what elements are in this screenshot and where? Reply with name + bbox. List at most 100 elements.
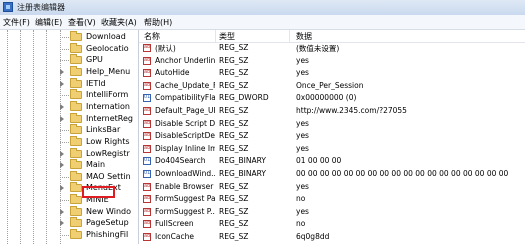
value-row[interactable]: Disable Script D... REG_SZ yes (139, 119, 525, 129)
value-data: yes (296, 118, 309, 128)
value-row[interactable]: (默认) REG_SZ (数值未设置) (139, 43, 525, 53)
tree-node[interactable]: Geolocatio (60, 42, 138, 55)
title-bar: 注册表编辑器 (0, 0, 525, 16)
column-divider[interactable] (215, 30, 216, 42)
value-row[interactable]: Anchor Underline REG_SZ yes (139, 56, 525, 66)
value-type: REG_SZ (219, 55, 249, 65)
expand-arrow-icon[interactable] (60, 80, 64, 87)
tree-node[interactable]: PhishingFil (60, 229, 138, 241)
tree-node[interactable]: MAO Settin (60, 170, 138, 183)
value-row[interactable]: FormSuggest Pa... REG_SZ no (139, 194, 525, 204)
tree-node[interactable]: New Windo (60, 205, 138, 218)
string-value-icon (143, 220, 151, 229)
tree-node[interactable]: IntelliForm (60, 89, 138, 101)
column-header-data[interactable]: 数据 (296, 31, 312, 42)
folder-icon (70, 217, 82, 228)
expand-arrow-icon[interactable] (60, 68, 64, 75)
tree-node[interactable]: PageSetup (60, 217, 138, 229)
value-row[interactable]: FullScreen REG_SZ no (139, 219, 525, 229)
string-value-icon (143, 207, 151, 216)
tree-node[interactable]: LowRegistr (60, 147, 138, 160)
value-row[interactable]: Display Inline Im... REG_SZ yes (139, 144, 525, 154)
value-data: no (296, 219, 306, 229)
value-row[interactable]: DownloadWind... REG_BINARY 00 00 00 00 00 … (139, 169, 525, 179)
window-title: 注册表编辑器 (17, 3, 65, 12)
expand-arrow-icon[interactable] (60, 115, 64, 122)
value-type: REG_SZ (219, 131, 249, 141)
folder-icon (70, 205, 82, 216)
binary-value-icon (143, 157, 151, 166)
value-name: Disable Script D... (155, 118, 215, 128)
expand-arrow-icon[interactable] (60, 220, 64, 227)
string-value-icon (143, 69, 151, 78)
binary-value-icon (143, 94, 151, 103)
value-row[interactable]: IconCache REG_SZ 6q0g8dd (139, 232, 525, 242)
expand-arrow-icon[interactable] (60, 185, 64, 192)
tree-node-label: LowRegistr (86, 148, 130, 158)
value-row[interactable]: Cache_Update_F... REG_SZ Once_Per_Session (139, 81, 525, 91)
value-type: REG_DWORD (219, 93, 269, 103)
value-row[interactable]: FormSuggest P... REG_SZ yes (139, 207, 525, 217)
tree-connector (60, 37, 69, 38)
menu-help[interactable]: 帮助(H) (144, 17, 172, 28)
tree-node-label: GPU (86, 55, 103, 65)
column-header-name[interactable]: 名称 (144, 31, 160, 42)
folder-icon (70, 77, 82, 88)
value-data: yes (296, 68, 309, 78)
string-value-icon (143, 132, 151, 141)
string-value-icon (143, 119, 151, 128)
tree-connector (60, 95, 69, 97)
value-type: REG_BINARY (219, 169, 266, 178)
value-row[interactable]: CompatibilityFla... REG_DWORD 0x00000000 (… (139, 93, 525, 103)
expand-arrow-icon[interactable] (60, 103, 64, 110)
value-row[interactable]: AutoHide REG_SZ yes (139, 68, 525, 78)
value-name: Cache_Update_F... (155, 80, 215, 90)
tree-node-label: Low Rights (86, 136, 130, 146)
folder-icon (70, 100, 82, 111)
menu-bar: 文件(F) 编辑(E) 查看(V) 收藏夹(A) 帮助(H) (0, 15, 525, 30)
tree-guide-line (7, 30, 8, 244)
expand-arrow-icon[interactable] (60, 150, 64, 157)
value-row[interactable]: Do404Search REG_BINARY 01 00 00 00 (139, 156, 525, 166)
value-type: REG_SZ (219, 219, 249, 229)
value-name: DisableScriptDe... (155, 131, 215, 141)
value-type: REG_SZ (219, 106, 249, 115)
column-divider[interactable] (289, 30, 290, 42)
tree-node-label: PhishingFil (86, 230, 129, 240)
tree-node-label: Internation (86, 101, 130, 111)
tree-node[interactable]: Main (60, 159, 138, 171)
tree-node[interactable]: LinksBar (60, 124, 138, 136)
tree-guide-line (20, 30, 21, 244)
tree-node[interactable]: Download (60, 31, 138, 43)
string-value-icon (143, 182, 151, 191)
string-value-icon (143, 44, 151, 52)
string-value-icon (143, 81, 151, 90)
value-name: (默认) (155, 44, 176, 53)
tree-node[interactable]: GPU (60, 54, 138, 66)
value-row[interactable]: DisableScriptDe... REG_SZ yes (139, 131, 525, 141)
value-row[interactable]: Default_Page_URL REG_SZ http://www.2345.co… (139, 106, 525, 116)
values-list[interactable]: 名称 类型 数据 (默认) REG_SZ (数值未设置) Anchor Underli… (139, 30, 525, 244)
registry-tree[interactable]: Download Geolocatio GPU Help_Menu IETld Intel… (0, 30, 139, 244)
value-name: Enable Browser ... (155, 181, 215, 191)
menu-favorites[interactable]: 收藏夹(A) (101, 17, 137, 28)
tree-node[interactable]: InternetReg (60, 112, 138, 125)
expand-arrow-icon[interactable] (60, 162, 64, 169)
menu-edit[interactable]: 编辑(E) (35, 17, 62, 28)
column-header-type[interactable]: 类型 (219, 31, 235, 42)
value-data: yes (296, 181, 309, 191)
tree-node[interactable]: Help_Menu (60, 65, 138, 78)
value-name: AutoHide (155, 68, 190, 78)
folder-icon (70, 194, 82, 205)
tree-node[interactable]: Low Rights (60, 135, 138, 148)
tree-node-label: PageSetup (86, 218, 129, 228)
value-row[interactable]: Enable Browser ... REG_SZ yes (139, 182, 525, 192)
tree-node[interactable]: Internation (60, 100, 138, 113)
value-data: 6q0g8dd (296, 232, 330, 241)
expand-arrow-icon[interactable] (60, 208, 64, 215)
value-data: no (296, 194, 306, 204)
value-name: CompatibilityFla... (155, 93, 215, 103)
tree-node[interactable]: IETld (60, 77, 138, 90)
menu-view[interactable]: 查看(V) (68, 17, 96, 28)
menu-file[interactable]: 文件(F) (3, 17, 30, 28)
